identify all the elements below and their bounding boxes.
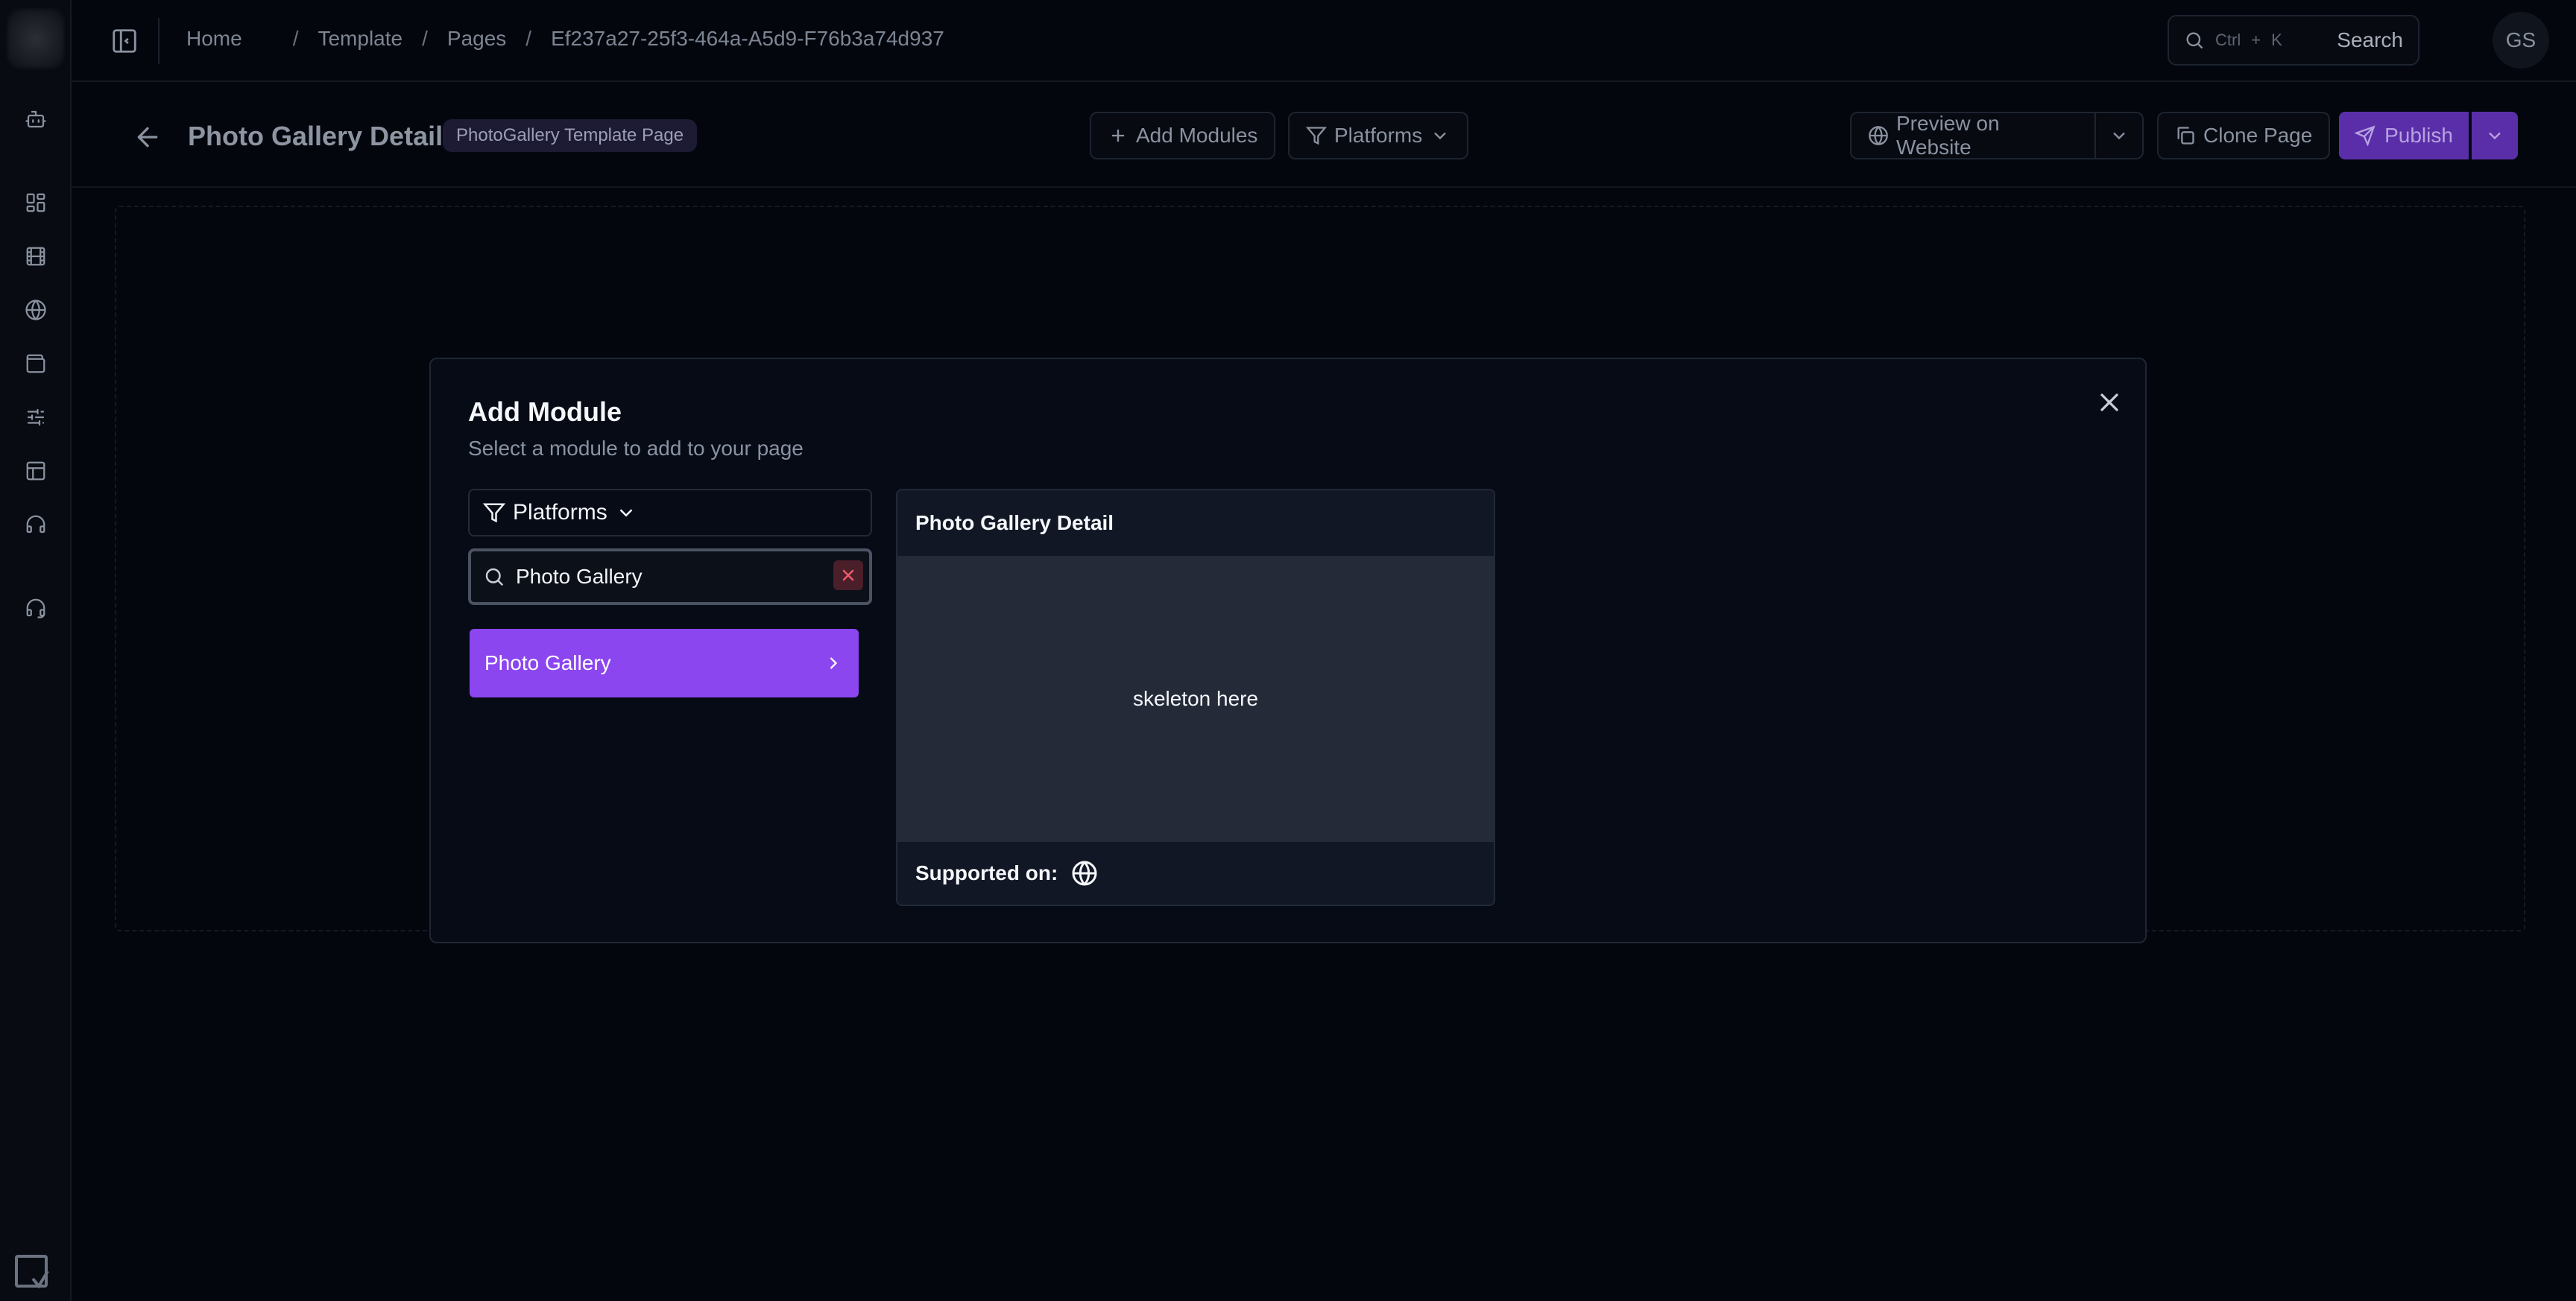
chevron-down-icon [615,501,637,524]
platforms-filter-button[interactable]: Platforms [1288,112,1469,159]
support-icon[interactable] [21,593,51,623]
breadcrumb: Home / Template / Pages / Ef237a27-25f3-… [186,27,944,51]
clear-search-button[interactable] [833,560,863,590]
module-preview-card: Photo Gallery Detail skeleton here Suppo… [896,489,1495,906]
search-label: Search [2337,28,2403,51]
wallet-icon[interactable] [21,349,51,379]
chevron-down-icon [2109,125,2130,146]
top-bar: Home / Template / Pages / Ef237a27-25f3-… [72,0,2576,82]
preview-skeleton: skeleton here [897,556,1494,842]
platforms-label: Platforms [1334,124,1423,147]
feedback-icon[interactable] [12,1252,54,1294]
filter-icon [1306,125,1327,146]
globe-icon[interactable] [21,295,51,325]
module-result-item[interactable]: Photo Gallery [470,629,859,697]
sidebar [0,0,72,1301]
globe-icon [1072,861,1097,886]
breadcrumb-separator: / [422,27,428,50]
sidebar-toggle-icon[interactable] [110,27,139,55]
template-badge: PhotoGallery Template Page [443,119,698,152]
header-divider [72,186,2576,188]
shortcut-plus: + [2251,31,2261,49]
film-icon[interactable] [21,241,51,271]
dialog-title: Add Module [468,396,622,427]
add-module-dialog: Add Module Select a module to add to you… [429,358,2147,943]
layout-icon[interactable] [21,456,51,486]
preview-body-text: skeleton here [1132,687,1259,710]
app-logo[interactable] [7,9,64,69]
module-result-label: Photo Gallery [484,651,611,674]
global-search[interactable]: Ctrl + K Search [2168,15,2419,66]
platforms-dropdown-label: Platforms [513,500,607,525]
module-search-input[interactable] [516,565,821,589]
preview-supported: Supported on: [897,842,1494,905]
preview-options-button[interactable] [2094,112,2144,159]
plus-icon [1108,125,1128,146]
preview-website-button[interactable]: Preview on Website [1850,112,2096,159]
sliders-icon[interactable] [21,402,51,432]
chevron-down-icon [1430,125,1450,146]
dashboard-icon[interactable] [21,188,51,218]
publish-button[interactable]: Publish [2339,112,2469,159]
breadcrumb-template[interactable]: Template [318,27,402,51]
robot-icon[interactable] [21,104,51,134]
search-icon [485,568,504,586]
chevron-right-icon [830,657,838,669]
dialog-subtitle: Select a module to add to your page [468,437,804,460]
preview-title: Photo Gallery Detail [897,490,1494,556]
headphones-icon[interactable] [21,510,51,539]
page-title: Photo Gallery Detail [188,121,443,151]
shortcut-ctrl: Ctrl [2215,31,2241,49]
clone-label: Clone Page [2203,124,2313,147]
breadcrumb-separator: / [525,27,532,50]
clone-page-button[interactable]: Clone Page [2157,112,2331,159]
copy-icon [2175,125,2196,146]
breadcrumb-separator: / [292,27,299,50]
add-modules-label: Add Modules [1136,124,1258,147]
platforms-dropdown[interactable]: Platforms [468,489,872,536]
shortcut-k: K [2271,31,2282,49]
filter-icon [483,501,505,524]
search-icon [2184,30,2205,51]
publish-label: Publish [2384,124,2453,147]
user-avatar[interactable]: GS [2493,12,2549,69]
send-icon [2355,125,2375,146]
chevron-down-icon [2484,125,2505,146]
breadcrumb-home[interactable]: Home [186,27,242,51]
add-modules-button[interactable]: Add Modules [1090,112,1276,159]
close-icon[interactable] [2094,387,2124,417]
back-arrow-icon[interactable] [133,122,162,152]
globe-icon [1868,125,1889,146]
breadcrumb-page-id: Ef237a27-25f3-464a-A5d9-F76b3a74d937 [551,27,944,50]
breadcrumb-pages[interactable]: Pages [447,27,506,51]
topbar-divider [158,18,160,64]
preview-label: Preview on Website [1896,112,2000,159]
supported-label: Supported on: [915,861,1058,884]
close-icon [842,569,854,581]
module-search-field [468,548,872,605]
publish-options-button[interactable] [2472,112,2518,159]
